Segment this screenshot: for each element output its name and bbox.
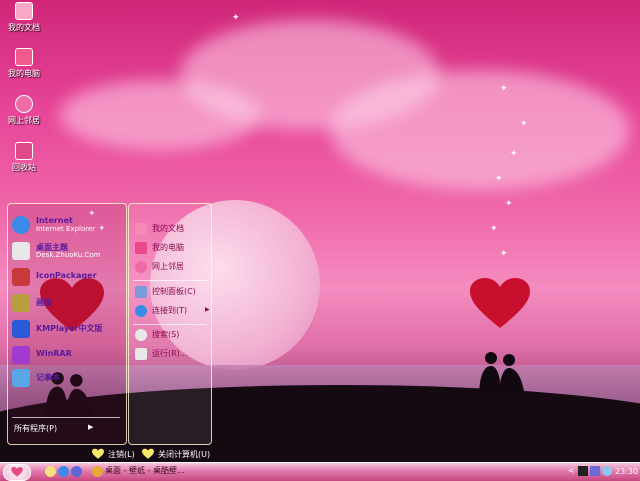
- notepad-icon: [12, 369, 30, 387]
- tray-icon[interactable]: [590, 466, 600, 476]
- star: ✦: [490, 224, 498, 234]
- program-title: 记事本: [36, 373, 60, 382]
- place-label: 网上邻居: [152, 262, 184, 271]
- connect-icon: [135, 305, 147, 317]
- place-label: 我的文档: [152, 224, 184, 233]
- desktop-icon-my-documents[interactable]: 我的文档: [4, 2, 44, 33]
- start-menu-programs-panel: Internet Internet Explorer 桌面主题 Desk.Zhu…: [7, 203, 127, 445]
- cloud: [330, 70, 630, 190]
- star: ✦: [495, 174, 503, 184]
- tool-search[interactable]: 搜索(S): [135, 327, 209, 343]
- star: ✦: [510, 149, 518, 159]
- settings-control-panel[interactable]: 控制面板(C): [135, 284, 209, 300]
- arrow-right-icon: ▶: [88, 423, 94, 431]
- program-iconpackager[interactable]: IconPackager: [12, 266, 122, 288]
- desktop-icon-recycle-bin[interactable]: 回收站: [4, 142, 44, 173]
- browser-icon: [92, 466, 103, 477]
- settings-label: 控制面板(C): [152, 287, 196, 296]
- heart-icon: [92, 448, 104, 459]
- search-icon: [135, 329, 147, 341]
- star: ✦: [505, 199, 513, 209]
- computer-icon: [135, 242, 147, 254]
- place-network[interactable]: 网上邻居: [135, 259, 209, 275]
- program-title: KMPlayer中文版: [36, 324, 103, 333]
- network-icon: [15, 95, 33, 113]
- control-panel-icon: [135, 286, 147, 298]
- desktop-icon-label: 我的电脑: [8, 69, 40, 78]
- tool-label: 运行(R)...: [152, 349, 188, 358]
- winrar-icon: [12, 346, 30, 364]
- desktop-icon-label: 我的文档: [8, 23, 40, 32]
- tray-icon[interactable]: [602, 466, 612, 476]
- theme-icon: [12, 242, 30, 260]
- place-label: 我的电脑: [152, 243, 184, 252]
- documents-icon: [135, 223, 147, 235]
- tool-label: 搜索(S): [152, 330, 180, 339]
- taskbar-window-button[interactable]: 桌面 - 壁纸 - 桌酷壁...: [105, 465, 185, 476]
- kmplayer-icon: [12, 320, 30, 338]
- star: ✦: [232, 13, 240, 23]
- network-icon: [135, 261, 147, 273]
- separator: [133, 280, 207, 281]
- shutdown-button[interactable]: 关闭计算机(U): [142, 447, 210, 461]
- cloud: [60, 80, 260, 150]
- settings-label: 连接到(T): [152, 306, 188, 315]
- start-menu: Internet Internet Explorer 桌面主题 Desk.Zhu…: [3, 203, 214, 446]
- my-documents-icon: [15, 2, 33, 20]
- program-title: WinRAR: [36, 349, 72, 358]
- logoff-button[interactable]: 注销(L): [92, 447, 140, 461]
- program-winrar[interactable]: WinRAR: [12, 344, 122, 366]
- desktop-icon-label: 网上邻居: [8, 116, 40, 125]
- program-paint[interactable]: 画图: [12, 292, 122, 314]
- program-title: 画图: [36, 298, 52, 307]
- submenu-arrow-icon: ▶: [205, 306, 210, 313]
- program-title: Internet: [36, 216, 73, 225]
- desktop-icon-label: 回收站: [12, 163, 36, 172]
- taskbar: 桌面 - 壁纸 - 桌酷壁... < 23:30: [0, 462, 640, 481]
- all-programs-button[interactable]: 所有程序(P): [14, 423, 57, 434]
- separator: [12, 417, 120, 418]
- start-menu-places-panel: 我的文档 我的电脑 网上邻居 控制面板(C) 连接到(T) ▶ 搜索(S) 运行…: [128, 203, 212, 445]
- heart-icon: [11, 467, 23, 477]
- paint-icon: [12, 294, 30, 312]
- iconpackager-icon: [12, 268, 30, 286]
- place-my-computer[interactable]: 我的电脑: [135, 240, 209, 256]
- star: ✦: [500, 84, 508, 94]
- quicklaunch-icon[interactable]: [45, 466, 56, 477]
- star: ✦: [520, 119, 528, 129]
- star: ✦: [500, 249, 508, 259]
- heart-icon: [142, 448, 154, 459]
- settings-connect-to[interactable]: 连接到(T) ▶: [135, 303, 210, 319]
- couple-silhouette: [479, 352, 525, 398]
- run-icon: [135, 348, 147, 360]
- program-subtitle: Desk.ZhuoKu.Com: [36, 251, 101, 259]
- my-computer-icon: [15, 48, 33, 66]
- shutdown-label: 关闭计算机(U): [158, 450, 211, 459]
- desktop-icon-network[interactable]: 网上邻居: [4, 95, 44, 126]
- tray-icon[interactable]: [578, 466, 588, 476]
- desktop-icon-my-computer[interactable]: 我的电脑: [4, 48, 44, 79]
- program-internet[interactable]: Internet Internet Explorer: [12, 214, 122, 236]
- program-kmplayer[interactable]: KMPlayer中文版: [12, 318, 122, 340]
- clock[interactable]: 23:30: [615, 467, 638, 476]
- internet-explorer-icon: [12, 216, 30, 234]
- program-theme[interactable]: 桌面主题 Desk.ZhuoKu.Com: [12, 240, 122, 262]
- program-notepad[interactable]: 记事本: [12, 367, 122, 389]
- chevron-left-icon[interactable]: <: [568, 466, 575, 475]
- tool-run[interactable]: 运行(R)...: [135, 346, 209, 362]
- start-button[interactable]: [3, 464, 31, 481]
- media-player-icon[interactable]: [71, 466, 82, 477]
- program-title: IconPackager: [36, 271, 97, 280]
- internet-explorer-icon[interactable]: [58, 466, 69, 477]
- place-my-documents[interactable]: 我的文档: [135, 221, 209, 237]
- recycle-bin-icon: [15, 142, 33, 160]
- separator: [133, 324, 207, 325]
- program-subtitle: Internet Explorer: [36, 225, 96, 233]
- logoff-label: 注销(L): [108, 450, 135, 459]
- heart-right: [470, 278, 530, 328]
